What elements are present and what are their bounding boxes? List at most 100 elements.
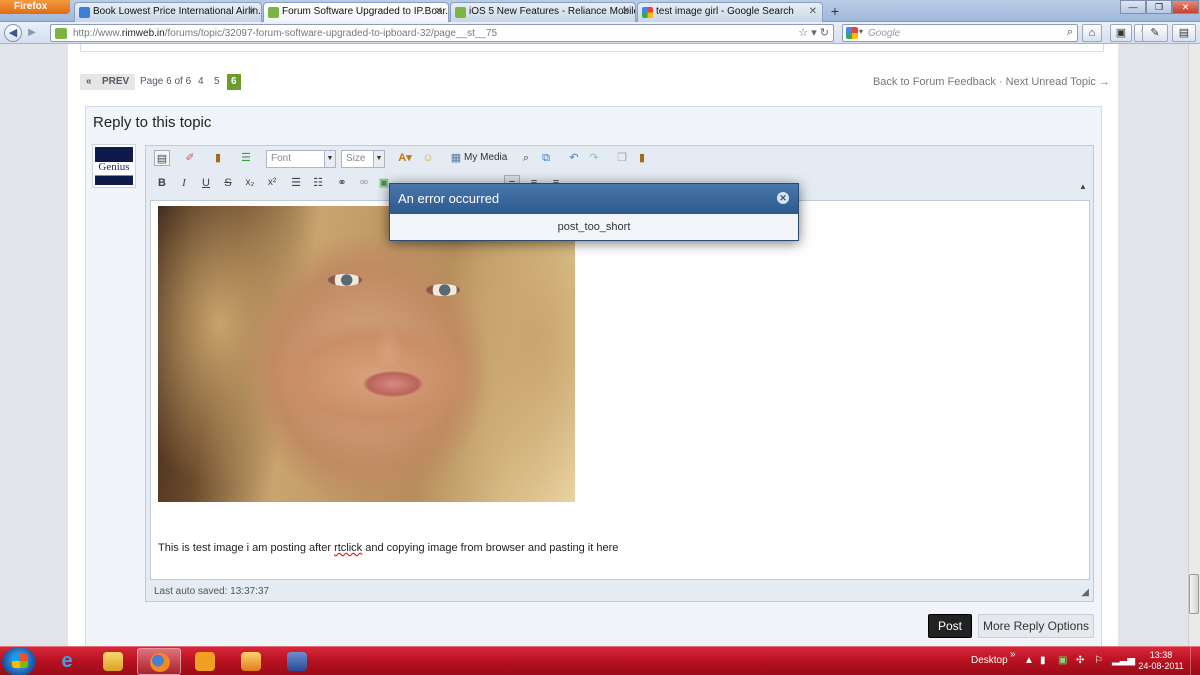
firefox-menu-button[interactable]: Firefox: [0, 0, 70, 14]
google-icon[interactable]: [846, 27, 858, 39]
taskbar-network[interactable]: [275, 648, 319, 675]
numbered-list-icon[interactable]: ☷: [310, 175, 326, 191]
bullet-list-icon[interactable]: ☰: [288, 175, 304, 191]
dialog-title: An error occurred: [398, 191, 500, 206]
post-button[interactable]: Post: [928, 614, 972, 638]
tab-title: iOS 5 New Features - Reliance Mobile...: [469, 6, 636, 17]
italic-icon[interactable]: I: [176, 175, 192, 191]
windows-logo-icon: [12, 654, 28, 668]
network-icon[interactable]: ▂▃▅: [1112, 655, 1135, 666]
media-player-icon: [241, 652, 261, 671]
page-link-5[interactable]: 5: [214, 74, 220, 90]
forward-button[interactable]: ▶: [24, 26, 40, 40]
search-engine-dropdown-icon[interactable]: ▾: [859, 27, 863, 36]
toolbar-expand-icon[interactable]: »: [1010, 649, 1016, 660]
tab-forum[interactable]: Forum Software Upgraded to IP.Boar... ✕: [263, 2, 449, 23]
minimize-button[interactable]: —: [1120, 0, 1146, 14]
find-icon[interactable]: ⌕: [518, 150, 534, 166]
scrollbar-thumb[interactable]: [1189, 574, 1199, 614]
tab-airline[interactable]: Book Lowest Price International Airlin..…: [74, 2, 262, 22]
back-button[interactable]: ◀: [4, 24, 22, 42]
collapse-toolbar-icon[interactable]: ▲: [1079, 182, 1089, 192]
superscript-icon[interactable]: x²: [264, 175, 280, 191]
windows-taskbar: e Desktop » ▲ ▮ ▣ ✣ ⚐ ▂▃▅ 13:38 24-08-20…: [0, 646, 1200, 675]
more-reply-options-button[interactable]: More Reply Options: [978, 614, 1094, 638]
tray-expand-icon[interactable]: ▲: [1024, 655, 1034, 666]
copy-icon[interactable]: ❐: [614, 150, 630, 166]
tab-ios5[interactable]: iOS 5 New Features - Reliance Mobile... …: [450, 2, 636, 22]
special-char-icon[interactable]: ⧉: [538, 150, 554, 166]
clock-time: 13:38: [1149, 650, 1173, 660]
maximize-button[interactable]: ❐: [1146, 0, 1172, 14]
page-link-4[interactable]: 4: [198, 74, 204, 90]
new-tab-button[interactable]: +: [826, 2, 844, 21]
prev-page-button[interactable]: PREV: [96, 74, 136, 90]
navigation-bar: ◀ ▶ http://www.rimweb.in/forums/topic/32…: [0, 22, 1200, 44]
desktop-toolbar[interactable]: Desktop: [971, 655, 1008, 666]
media-icon[interactable]: ▦: [448, 150, 464, 166]
search-icon[interactable]: ⌕: [1067, 26, 1073, 39]
first-page-button[interactable]: «: [80, 74, 98, 90]
post-body-text: This is test image i am posting after rt…: [158, 542, 619, 554]
close-window-button[interactable]: ✕: [1172, 0, 1199, 14]
paste-icon[interactable]: ▮: [210, 150, 226, 166]
size-select[interactable]: Size ▼: [341, 150, 385, 168]
close-tab-icon[interactable]: ✕: [809, 6, 817, 17]
addon-icon[interactable]: ✎: [1142, 24, 1168, 42]
home-icon[interactable]: ⌂: [1082, 24, 1102, 42]
underline-icon[interactable]: U: [198, 175, 214, 191]
tray-app-icon[interactable]: ✣: [1076, 655, 1084, 666]
remove-format-icon[interactable]: ✐: [182, 150, 198, 166]
paste-text-icon[interactable]: ▮: [634, 150, 650, 166]
subscript-icon[interactable]: x₂: [242, 175, 258, 191]
tray-app-icon[interactable]: ⚐: [1094, 655, 1103, 666]
page-info: Page 6 of 6: [140, 76, 192, 87]
search-input[interactable]: ▾ Google ⌕: [842, 24, 1078, 42]
close-tab-icon[interactable]: ✕: [622, 6, 630, 17]
taskbar-ie[interactable]: e: [45, 648, 89, 675]
link-icon[interactable]: ⚭: [334, 175, 350, 191]
url-text: http://www.rimweb.in/forums/topic/32097-…: [73, 28, 498, 39]
text-color-icon[interactable]: A▾: [394, 150, 416, 166]
next-unread-topic-link[interactable]: Next Unread Topic →: [1006, 76, 1110, 88]
my-media-button[interactable]: My Media: [464, 150, 507, 166]
editor-content[interactable]: This is test image i am posting after rt…: [150, 200, 1090, 580]
start-button[interactable]: [2, 647, 36, 675]
undo-icon[interactable]: ↶: [566, 150, 582, 166]
address-bar[interactable]: http://www.rimweb.in/forums/topic/32097-…: [50, 24, 834, 42]
chevron-down-icon: ▼: [324, 151, 335, 167]
taskbar-firefox[interactable]: [137, 648, 181, 675]
pasted-image[interactable]: [158, 206, 575, 502]
redo-icon[interactable]: ↷: [586, 150, 602, 166]
taskbar-media[interactable]: [229, 648, 273, 675]
taskbar-explorer[interactable]: [91, 648, 135, 675]
image-detail: [373, 326, 403, 366]
emoticon-icon[interactable]: ☺: [420, 150, 436, 166]
avatar[interactable]: Genius: [92, 144, 136, 188]
paste-list-icon[interactable]: ☰: [238, 150, 254, 166]
link-separator: ·: [998, 76, 1003, 88]
close-icon[interactable]: ✕: [777, 192, 789, 204]
tray-app-icon[interactable]: ▮: [1040, 655, 1046, 666]
bookmark-star-icon[interactable]: ☆ ▾ ↻: [798, 26, 829, 39]
close-tab-icon[interactable]: ✕: [435, 6, 443, 17]
bold-icon[interactable]: B: [154, 175, 170, 191]
system-clock[interactable]: 13:38 24-08-2011: [1136, 650, 1186, 672]
back-to-forum-link[interactable]: Back to Forum Feedback: [873, 76, 996, 88]
source-icon[interactable]: ▤: [154, 150, 170, 166]
show-desktop-button[interactable]: [1190, 647, 1200, 675]
browser-tab-bar: Firefox Book Lowest Price International …: [0, 0, 1200, 23]
bookmarks-icon[interactable]: ▤: [1172, 24, 1196, 42]
tab-google-search[interactable]: test image girl - Google Search ✕: [637, 2, 823, 22]
tray-app-icon[interactable]: ▣: [1058, 655, 1067, 666]
font-select[interactable]: Font ▼: [266, 150, 336, 168]
unlink-icon[interactable]: ⚮: [356, 175, 372, 191]
close-tab-icon[interactable]: ✕: [248, 6, 256, 17]
dialog-message: post_too_short: [390, 214, 798, 240]
taskbar-outlook[interactable]: [183, 648, 227, 675]
search-placeholder: Google: [868, 28, 901, 39]
vertical-scrollbar[interactable]: [1188, 44, 1200, 646]
resize-handle-icon[interactable]: ◢: [1081, 587, 1089, 598]
toolbar-addon-icon[interactable]: ▣: [1110, 24, 1132, 42]
strikethrough-icon[interactable]: S: [220, 175, 236, 191]
